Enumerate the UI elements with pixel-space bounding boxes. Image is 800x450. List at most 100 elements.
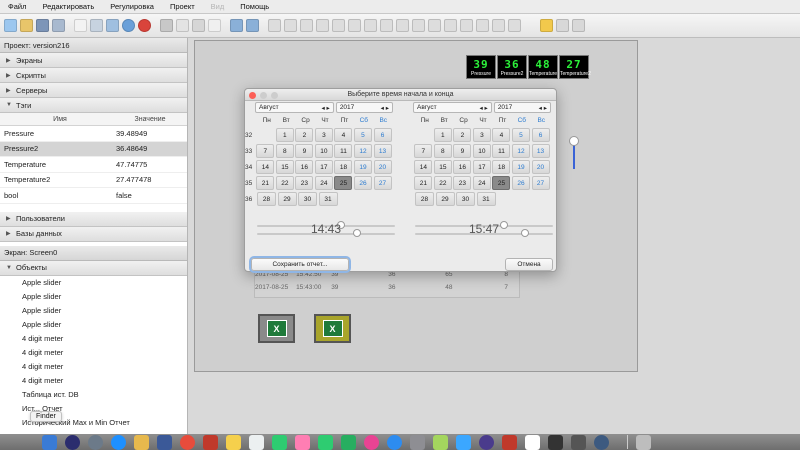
- day-cell[interactable]: 8: [275, 144, 294, 158]
- day-cell[interactable]: 24: [472, 176, 491, 190]
- day-cell[interactable]: 2: [453, 128, 472, 142]
- excel-export-icon[interactable]: X: [258, 314, 295, 343]
- start-time-slider[interactable]: 14:43: [257, 221, 395, 238]
- photos-icon[interactable]: [295, 434, 310, 450]
- launchpad-icon[interactable]: [88, 434, 103, 450]
- acrobat-icon[interactable]: [502, 434, 517, 450]
- table-icon[interactable]: [476, 19, 489, 32]
- table-row[interactable]: bool false: [0, 188, 187, 204]
- align-bottom-icon[interactable]: [348, 19, 361, 32]
- day-cell[interactable]: 21: [414, 176, 433, 190]
- page-icon[interactable]: [74, 19, 87, 32]
- day-cell[interactable]: 15: [433, 160, 452, 174]
- image-icon[interactable]: [508, 19, 521, 32]
- day-cell[interactable]: 16: [295, 160, 314, 174]
- save-icon[interactable]: [36, 19, 49, 32]
- align-right-icon[interactable]: [300, 19, 313, 32]
- section-screens[interactable]: ▶ Экраны: [0, 53, 187, 68]
- day-cell[interactable]: 5: [511, 128, 530, 142]
- android-studio-icon[interactable]: [433, 434, 448, 450]
- ungroup-icon[interactable]: [412, 19, 425, 32]
- menu-view[interactable]: Вид: [203, 2, 233, 11]
- day-cell[interactable]: 27: [373, 176, 392, 190]
- day-cell[interactable]: 13: [373, 144, 392, 158]
- day-cell[interactable]: 6: [373, 128, 392, 142]
- copy-icon[interactable]: [176, 19, 189, 32]
- app-store-icon[interactable]: [387, 434, 402, 450]
- day-cell[interactable]: 9: [295, 144, 314, 158]
- redo-icon[interactable]: [246, 19, 259, 32]
- system-preferences-icon[interactable]: [410, 434, 425, 450]
- day-cell[interactable]: 3: [314, 128, 333, 142]
- chart-icon[interactable]: [492, 19, 505, 32]
- paste-icon[interactable]: [192, 19, 205, 32]
- run-icon[interactable]: [122, 19, 135, 32]
- quicktime-icon[interactable]: [594, 434, 609, 450]
- messages-icon[interactable]: [318, 434, 333, 450]
- day-cell[interactable]: 13: [531, 144, 550, 158]
- day-cell[interactable]: 11: [492, 144, 511, 158]
- notes-icon[interactable]: [226, 434, 241, 450]
- day-cell[interactable]: 28: [257, 192, 276, 206]
- digit-meter[interactable]: 36 Pressure2: [497, 55, 527, 79]
- align-left-icon[interactable]: [268, 19, 281, 32]
- day-cell[interactable]: 28: [415, 192, 434, 206]
- day-cell[interactable]: 26: [511, 176, 530, 190]
- day-cell-selected[interactable]: 25: [334, 176, 353, 190]
- video-player-icon[interactable]: [548, 434, 563, 450]
- menu-file[interactable]: Файл: [0, 2, 34, 11]
- day-cell[interactable]: 30: [456, 192, 475, 206]
- screen-recorder-icon[interactable]: [571, 434, 586, 450]
- reminders-icon[interactable]: [249, 434, 264, 450]
- day-cell[interactable]: 6: [531, 128, 550, 142]
- cancel-button[interactable]: Отмена: [505, 258, 553, 271]
- grid-icon[interactable]: [380, 19, 393, 32]
- open-folder-icon[interactable]: [20, 19, 33, 32]
- day-cell[interactable]: 11: [334, 144, 353, 158]
- year-select[interactable]: 2017 ◂ ▸: [493, 102, 551, 113]
- zoom-icon[interactable]: [428, 19, 441, 32]
- menu-project[interactable]: Проект: [162, 2, 203, 11]
- day-cell[interactable]: 1: [275, 128, 294, 142]
- day-cell[interactable]: 23: [453, 176, 472, 190]
- align-middle-icon[interactable]: [332, 19, 345, 32]
- day-cell[interactable]: 17: [472, 160, 491, 174]
- close-icon[interactable]: [249, 92, 256, 99]
- day-cell[interactable]: 24: [314, 176, 333, 190]
- list-item[interactable]: 4 digit meter: [0, 374, 187, 388]
- maps-icon[interactable]: [272, 434, 287, 450]
- list-item[interactable]: Apple slider: [0, 290, 187, 304]
- section-objects[interactable]: ▼ Объекты: [0, 260, 187, 276]
- list-item[interactable]: Apple slider: [0, 276, 187, 290]
- list-item[interactable]: Исторический Max и Min Отчет: [0, 416, 187, 430]
- contacts-icon[interactable]: [157, 434, 172, 450]
- day-cell[interactable]: 8: [433, 144, 452, 158]
- undo-icon[interactable]: [230, 19, 243, 32]
- section-databases[interactable]: ▶ Базы данных: [0, 226, 187, 242]
- table-row[interactable]: Temperature 47.74775: [0, 157, 187, 173]
- day-cell[interactable]: 4: [334, 128, 353, 142]
- minimize-icon[interactable]: [260, 92, 267, 99]
- day-cell[interactable]: 22: [275, 176, 294, 190]
- day-cell[interactable]: 1: [433, 128, 452, 142]
- mail-icon[interactable]: [134, 434, 149, 450]
- day-cell[interactable]: 14: [414, 160, 433, 174]
- finder-icon[interactable]: [42, 434, 57, 450]
- safari-icon[interactable]: [111, 434, 126, 450]
- month-select[interactable]: Август ◂ ▸: [413, 102, 492, 113]
- menu-help[interactable]: Помощь: [232, 2, 277, 11]
- day-cell[interactable]: 23: [295, 176, 314, 190]
- menu-adjust[interactable]: Регулировка: [102, 2, 162, 11]
- day-cell[interactable]: 27: [531, 176, 550, 190]
- digit-meter[interactable]: 39 Pressure: [466, 55, 496, 79]
- table-row[interactable]: Pressure2 36.48649: [0, 141, 187, 157]
- lock-icon[interactable]: [460, 19, 473, 32]
- edit-icon[interactable]: [106, 19, 119, 32]
- itunes-icon[interactable]: [364, 434, 379, 450]
- section-tags[interactable]: ▼ Тэги: [0, 98, 187, 113]
- siri-icon[interactable]: [65, 434, 80, 450]
- list-item[interactable]: Apple slider: [0, 318, 187, 332]
- day-cell[interactable]: 31: [318, 192, 338, 206]
- day-cell[interactable]: 19: [353, 160, 372, 174]
- day-cell[interactable]: 21: [256, 176, 275, 190]
